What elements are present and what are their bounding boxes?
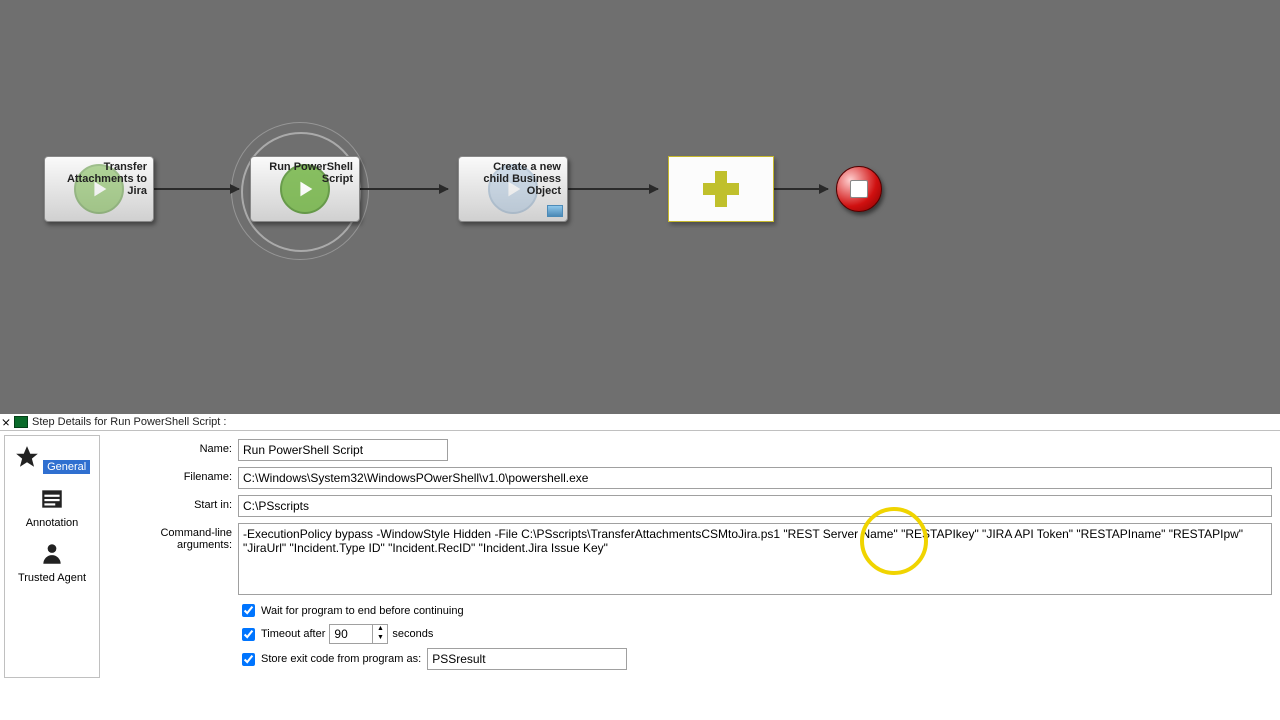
spin-up[interactable]: ▲	[373, 625, 387, 634]
edge	[360, 188, 448, 190]
wait-label: Wait for program to end before continuin…	[261, 605, 464, 617]
workflow-node-transfer[interactable]: Transfer Attachments to Jira	[44, 156, 154, 222]
annotation-icon	[39, 486, 65, 512]
args-label: Command-line arguments:	[112, 523, 238, 551]
workflow-node-stop[interactable]	[836, 166, 882, 212]
edge	[568, 188, 658, 190]
step-thumb-icon	[14, 416, 28, 428]
panel-sidebar: General Annotation Trusted Agent	[4, 435, 100, 678]
store-label: Store exit code from program as:	[261, 653, 421, 665]
name-field[interactable]	[238, 439, 448, 461]
workflow-node-create-bo[interactable]: Create a new child Business Object	[458, 156, 568, 222]
workflow-node-label: Create a new child Business Object	[465, 161, 561, 197]
panel-header: Step Details for Run PowerShell Script :	[0, 414, 1280, 431]
workflow-node-label: Transfer Attachments to Jira	[51, 161, 147, 197]
sidebar-item-label: Trusted Agent	[5, 572, 99, 584]
sidebar-item-label: Annotation	[5, 517, 99, 529]
wait-checkbox[interactable]	[242, 604, 255, 617]
pin-icon[interactable]	[0, 416, 11, 427]
panel-title: Step Details for Run PowerShell Script :	[32, 416, 226, 428]
star-icon	[14, 444, 40, 470]
edge	[153, 188, 239, 190]
timeout-suffix: seconds	[392, 628, 433, 640]
sidebar-item-trusted-agent[interactable]: Trusted Agent	[5, 541, 99, 584]
workflow-node-run-powershell[interactable]: Run PowerShell Script	[250, 156, 360, 222]
spin-down[interactable]: ▼	[373, 634, 387, 643]
agent-icon	[39, 541, 65, 567]
object-icon	[547, 205, 563, 217]
store-field[interactable]	[427, 648, 627, 670]
step-details-panel: Step Details for Run PowerShell Script :…	[0, 414, 1280, 682]
startin-label: Start in:	[112, 495, 238, 511]
timeout-label: Timeout after	[261, 628, 325, 640]
workflow-canvas[interactable]: Transfer Attachments to Jira Run PowerSh…	[0, 0, 1280, 414]
timeout-checkbox[interactable]	[242, 628, 255, 641]
edge	[774, 188, 828, 190]
timeout-value[interactable]	[330, 626, 372, 642]
panel-form: Name: Filename: Start in: Command-line a…	[104, 431, 1280, 682]
startin-field[interactable]	[238, 495, 1272, 517]
filename-field[interactable]	[238, 467, 1272, 489]
filename-label: Filename:	[112, 467, 238, 483]
workflow-node-add[interactable]	[668, 156, 774, 222]
name-label: Name:	[112, 439, 238, 455]
sidebar-item-annotation[interactable]: Annotation	[5, 486, 99, 529]
store-checkbox[interactable]	[242, 653, 255, 666]
sidebar-item-label: General	[43, 460, 90, 474]
sidebar-item-general[interactable]: General	[5, 444, 99, 474]
args-field[interactable]	[238, 523, 1272, 595]
workflow-node-label: Run PowerShell Script	[257, 161, 353, 185]
